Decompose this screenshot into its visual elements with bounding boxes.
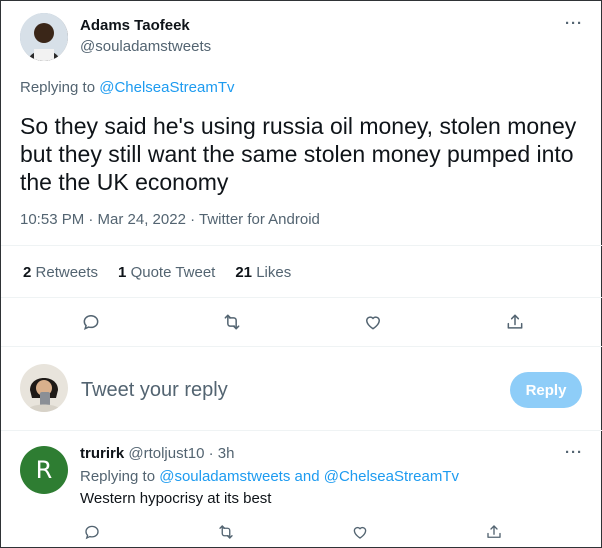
replying-to-line: Replying to @ChelseaStreamTv [20,79,235,96]
reply-more-icon[interactable]: ··· [565,444,583,461]
like-icon[interactable] [361,310,385,334]
reply-replying-and: and [294,468,320,485]
divider [1,245,602,246]
reply-author-handle[interactable]: @rtoljust10 [128,445,204,462]
current-user-avatar[interactable] [20,364,68,412]
retweets-stat[interactable]: 2 Retweets [23,264,98,281]
author-avatar[interactable] [20,13,68,61]
reply-reply-icon[interactable] [80,520,104,544]
tweet-text: So they said he's using russia oil money… [20,113,577,195]
current-user-avatar-image [20,364,68,412]
reply-author-name[interactable]: trurirk [80,445,124,462]
reply-author-avatar[interactable]: R [20,446,68,494]
tweet-timestamp[interactable]: 10:53 PM · Mar 24, 2022 · Twitter for An… [20,211,320,228]
more-icon[interactable]: ··· [565,15,583,32]
quotes-label: Quote Tweet [130,264,216,281]
retweets-count: 2 [23,264,32,281]
replying-prefix: Replying to [20,79,96,96]
tweet-detail-frame: Adams Taofeek @souladamstweets ··· Reply… [0,0,602,548]
author-avatar-image [20,13,68,61]
quotes-count: 1 [118,264,127,281]
reply-icon[interactable] [79,310,103,334]
reply-button[interactable]: Reply [510,372,582,408]
reply-header: trurirk @rtoljust10 · 3h [80,445,234,462]
divider [1,430,602,431]
likes-stat[interactable]: 21 Likes [235,264,291,281]
reply-replying-to-link-2[interactable]: @ChelseaStreamTv [324,468,459,485]
reply-share-icon[interactable] [482,520,506,544]
author-handle[interactable]: @souladamstweets [80,38,211,55]
quotes-stat[interactable]: 1 Quote Tweet [118,264,215,281]
reply-replying-prefix: Replying to [80,468,156,485]
reply-input[interactable]: Tweet your reply [81,379,228,402]
divider [1,346,602,347]
likes-count: 21 [235,264,253,281]
reply-like-icon[interactable] [348,520,372,544]
author-name[interactable]: Adams Taofeek [80,17,190,34]
reply-time[interactable]: · 3h [209,445,235,462]
retweets-label: Retweets [35,264,99,281]
likes-label: Likes [256,264,292,281]
share-icon[interactable] [503,310,527,334]
replying-to-link[interactable]: @ChelseaStreamTv [99,79,234,96]
retweet-icon[interactable] [220,310,244,334]
reply-replying-to-line: Replying to @souladamstweets and @Chelse… [80,468,459,485]
reply-retweet-icon[interactable] [214,520,238,544]
reply-replying-to-link-1[interactable]: @souladamstweets [159,468,290,485]
tweet-stats: 2 Retweets 1 Quote Tweet 21 Likes [23,264,291,281]
reply-text: Western hypocrisy at its best [80,490,272,507]
divider [1,297,602,298]
